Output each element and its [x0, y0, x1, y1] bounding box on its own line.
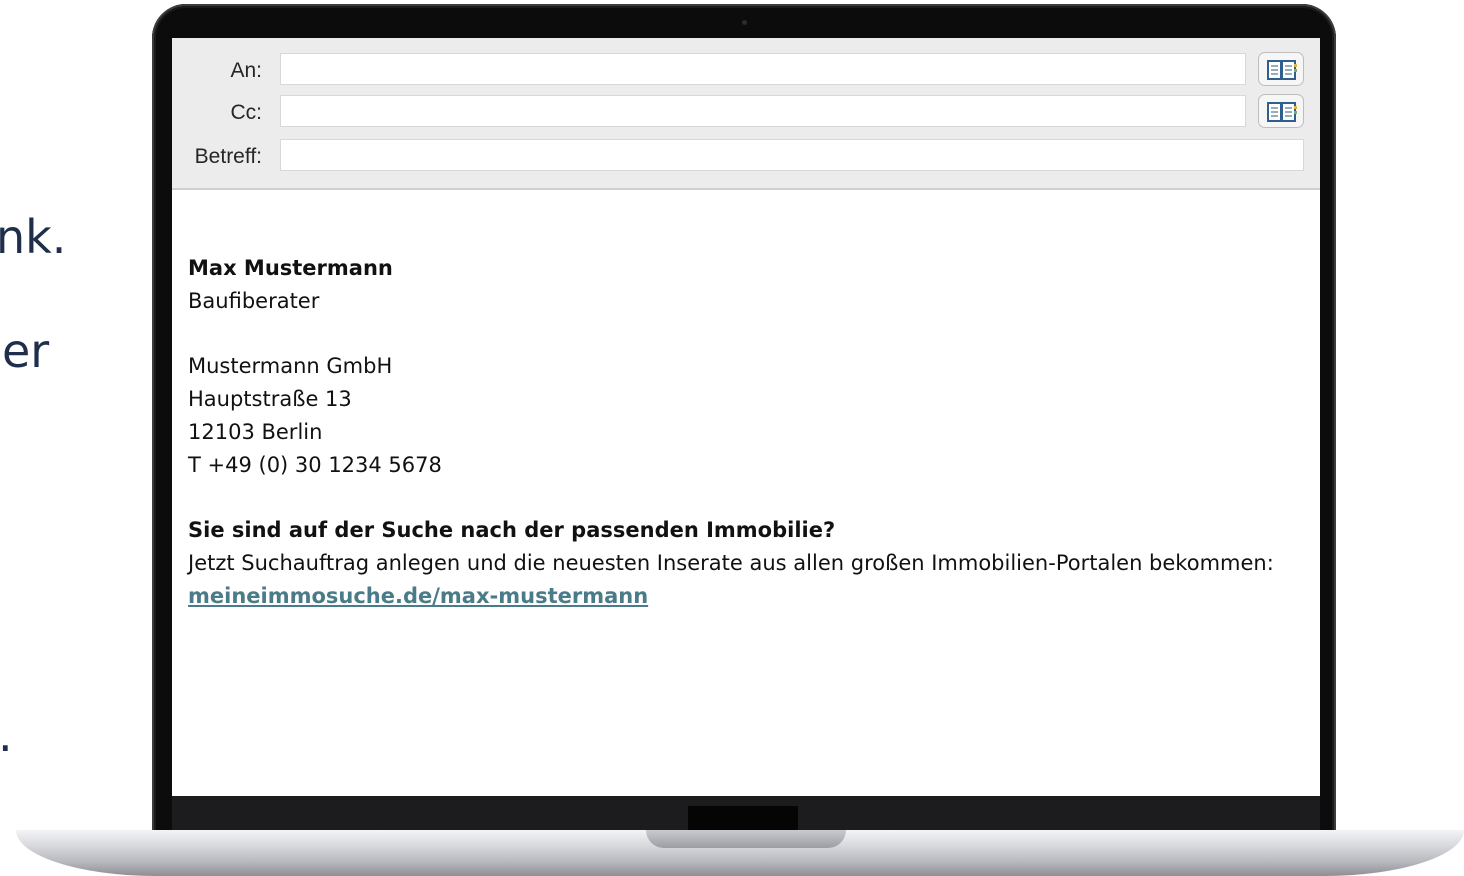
background-text-fragment: nk.: [0, 210, 67, 264]
to-field[interactable]: [280, 53, 1246, 85]
address-book-icon: [1267, 60, 1297, 80]
signature-street: Hauptstraße 13: [188, 387, 352, 412]
subject-label: Betreff:: [194, 145, 262, 168]
search-link[interactable]: meineimmosuche.de/max-mustermann: [188, 584, 648, 608]
mail-header: An: Cc: Betreff:: [172, 38, 1320, 190]
signature-name: Max Mustermann: [188, 256, 393, 280]
page: nk. er . An:: [0, 0, 1464, 876]
signature-city: 12103 Berlin: [188, 419, 323, 444]
signature-company: Mustermann GmbH: [188, 354, 393, 379]
promo-heading: Sie sind auf der Suche nach der passende…: [188, 518, 836, 543]
promo-text: Jetzt Suchauftrag anlegen und die neuest…: [188, 551, 1274, 576]
background-text-fragment: .: [0, 712, 13, 758]
camera-dot: [742, 20, 747, 25]
subject-row: Betreff:: [172, 137, 1320, 173]
to-row: An:: [172, 51, 1320, 87]
cc-field[interactable]: [280, 95, 1246, 127]
cc-row: Cc:: [172, 93, 1320, 129]
subject-field[interactable]: [280, 139, 1304, 171]
cc-address-book-button[interactable]: [1258, 94, 1304, 128]
laptop-base-notch: [646, 830, 846, 848]
address-book-icon: [1267, 102, 1297, 122]
background-text-fragment: er: [2, 324, 50, 378]
cc-label: Cc:: [230, 101, 263, 124]
to-label: An:: [230, 59, 262, 82]
signature-role: Baufiberater: [188, 288, 320, 313]
signature-phone: T +49 (0) 30 1234 5678: [188, 452, 442, 477]
mail-compose-window: An: Cc: Betreff: Max Mustermann Baufiber…: [172, 38, 1320, 796]
mail-body[interactable]: Max Mustermann Baufiberater Mustermann G…: [188, 252, 1318, 613]
to-address-book-button[interactable]: [1258, 52, 1304, 86]
screen-hinge-notch: [688, 806, 798, 830]
